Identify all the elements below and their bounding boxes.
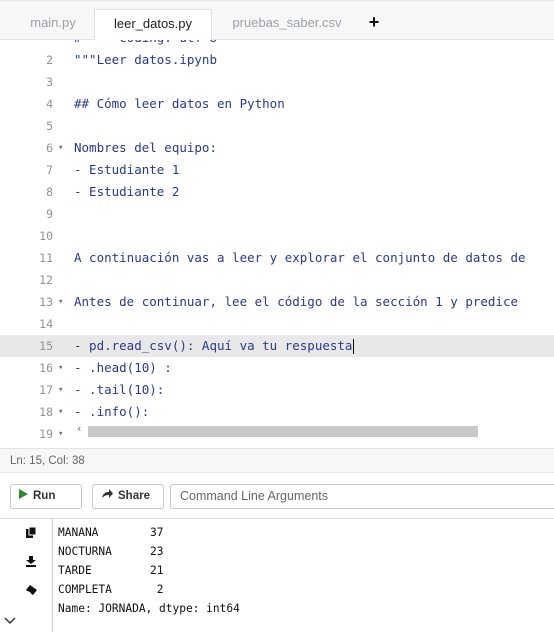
code-text: Nombres del equipo: [74,140,217,155]
line-number: 7 [46,163,53,177]
line-number: 11 [39,251,53,265]
output-key: MANANA [58,526,99,539]
fold-arrow-icon[interactable]: ▾ [58,379,63,401]
code-text: - .tail(10): [74,382,165,397]
line-number: 15 [39,339,53,353]
output-value: 2 [150,583,164,596]
share-button[interactable]: Share [92,484,164,509]
editor-line[interactable]: 3 [0,71,554,93]
line-number: 16 [39,361,53,375]
run-toolbar: Run Share Command Line Arguments [0,472,554,519]
output-line: TARDE 21 [58,561,240,580]
fold-arrow-icon[interactable]: ▾ [58,291,63,313]
line-number: 13 [39,295,53,309]
line-number: 2 [46,53,53,67]
code-editor[interactable]: # -*- coding: utf-8 -*- 2 """Leer datos.i… [0,40,554,448]
editor-line[interactable]: 7 - Estudiante 1 [0,159,554,181]
stop-icon[interactable] [26,526,37,541]
code-text: A continuación vas a leer y explorar el … [74,250,526,265]
tab-pruebas-saber-csv[interactable]: pruebas_saber.csv [218,9,356,41]
line-number: 8 [46,185,53,199]
eraser-icon[interactable] [26,585,37,598]
run-button-label: Run [33,490,56,502]
editor-line[interactable]: 14 [0,313,554,335]
console-output: MANANA 37 NOCTURNA 23 TARDE 21 COMPLETA 2 Name… [0,518,554,632]
fold-arrow-icon[interactable]: ▾ [58,357,63,379]
share-button-label: Share [118,490,150,502]
run-button[interactable]: Run [10,484,82,509]
output-line: COMPLETA 2 [58,580,240,599]
editor-line[interactable]: 5 [0,115,554,137]
output-line: NOCTURNA 23 [58,542,240,561]
line-number: 18 [39,405,53,419]
output-line: MANANA 37 [58,523,240,542]
cursor-position-status: Ln: 15, Col: 38 [0,448,554,472]
code-text: - Estudiante 1 [74,162,180,177]
fold-arrow-icon[interactable]: ▾ [58,137,63,159]
editor-line: # -*- coding: utf-8 -*- [0,40,554,49]
file-tab-bar: main.py leer_datos.py pruebas_saber.csv … [0,0,554,41]
line-number: 5 [46,119,53,133]
line-number: 12 [39,273,53,287]
editor-line[interactable]: 4 ## Cómo leer datos en Python [0,93,554,115]
download-icon[interactable] [26,556,36,570]
add-tab-button[interactable]: + [360,9,388,41]
fold-arrow-icon[interactable]: ▾ [58,401,63,423]
output-text: MANANA 37 NOCTURNA 23 TARDE 21 COMPLETA 2 Name… [58,523,240,618]
share-icon [101,485,113,508]
editor-line[interactable]: 18 ▾ - .info(): [0,401,554,423]
editor-line[interactable]: 17 ▾ - .tail(10): [0,379,554,401]
play-icon [19,485,28,508]
line-number: 10 [39,229,53,243]
code-text: - .info(): [74,404,150,419]
command-line-arguments-input[interactable]: Command Line Arguments [170,484,554,509]
line-number: 9 [46,207,53,221]
code-text: # -*- coding: utf-8 -*- [74,40,247,49]
editor-line[interactable]: 12 [0,269,554,291]
code-text: - pd.read_csv(): Aquí va tu respuesta [74,338,355,354]
tab-main-py[interactable]: main.py [18,9,88,41]
code-text: """Leer datos.ipynb [74,52,217,67]
line-number: 14 [39,317,53,331]
output-value: 23 [150,545,164,558]
horizontal-scrollbar[interactable] [88,426,478,437]
fold-arrow-icon[interactable]: ▾ [58,423,63,445]
line-number: 19 [39,427,53,441]
line-number: 17 [39,383,53,397]
editor-line[interactable]: 8 - Estudiante 2 [0,181,554,203]
editor-line[interactable]: 10 [0,225,554,247]
line-number: 4 [46,97,53,111]
code-text: Antes de continuar, lee el código de la … [74,294,519,309]
editor-line[interactable]: 11 A continuación vas a leer y explorar e… [0,247,554,269]
editor-line[interactable]: 2 """Leer datos.ipynb [0,49,554,71]
code-text: ## Cómo leer datos en Python [74,96,285,111]
editor-line[interactable]: 9 [0,203,554,225]
output-key: COMPLETA [58,583,112,596]
scroll-left-icon[interactable]: ‹ [76,422,83,435]
line-number: 6 [46,141,53,155]
editor-line[interactable]: 16 ▾ - .head(10) : [0,357,554,379]
output-value: 37 [150,526,164,539]
output-value: 21 [150,564,164,577]
code-text: - .head(10) : [74,360,172,375]
text-cursor [353,339,355,354]
chevron-down-icon[interactable] [4,614,16,628]
output-line: Name: JORNADA, dtype: int64 [58,602,240,615]
output-key: NOCTURNA [58,545,112,558]
editor-line[interactable]: 6 ▾ Nombres del equipo: [0,137,554,159]
tab-leer-datos-py[interactable]: leer_datos.py [94,9,212,41]
editor-line[interactable]: 15 - pd.read_csv(): Aquí va tu respuesta [0,335,554,357]
output-key: TARDE [58,564,92,577]
editor-line[interactable]: 13 ▾ Antes de continuar, lee el código de … [0,291,554,313]
line-number: 3 [46,75,53,89]
code-text: - Estudiante 2 [74,184,180,199]
